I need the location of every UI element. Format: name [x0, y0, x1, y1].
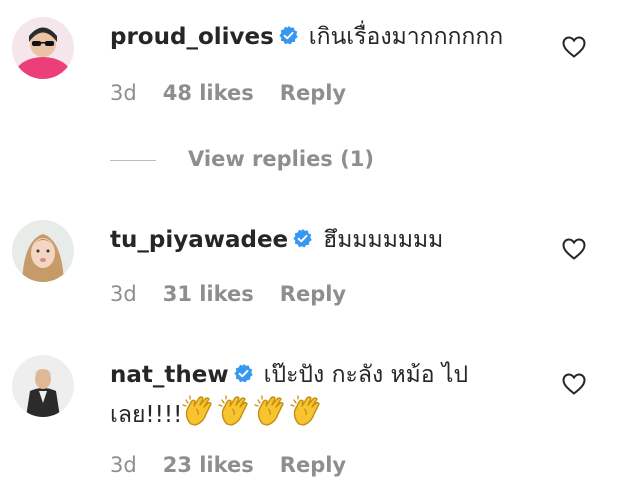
clapping-hands-icon: [218, 395, 249, 426]
comment-meta: 3d 48 likes Reply: [110, 81, 346, 105]
heart-icon[interactable]: [562, 36, 586, 58]
view-replies-label: View replies (1): [188, 147, 374, 171]
comment-line: เลย!!!!: [110, 394, 550, 432]
view-replies-button[interactable]: View replies (1): [110, 147, 374, 171]
likes-count[interactable]: 23 likes: [163, 453, 254, 477]
avatar[interactable]: [12, 17, 74, 79]
avatar-proud-olives: [12, 17, 74, 79]
likes-count[interactable]: 48 likes: [163, 81, 254, 105]
comment-text-continued: เลย!!!!: [110, 402, 183, 428]
reply-button[interactable]: Reply: [280, 453, 346, 477]
comment-time: 3d: [110, 282, 137, 306]
comment-item: tu_piyawadee ฮึมมมมมมม 3d 31 likes Reply: [0, 210, 620, 330]
comment-time: 3d: [110, 81, 137, 105]
clapping-hands-icon: [182, 395, 213, 426]
reply-button[interactable]: Reply: [280, 81, 346, 105]
avatar[interactable]: [12, 220, 74, 282]
clapping-hands-icon: [290, 395, 321, 426]
heart-icon[interactable]: [562, 238, 586, 260]
comment-time: 3d: [110, 453, 137, 477]
comment-line: nat_thew เป๊ะปัง กะลัง หม้อ ไป: [110, 358, 550, 392]
comment-body: proud_olives เกินเรื่องมากกกกกก: [110, 20, 550, 54]
username[interactable]: proud_olives: [110, 24, 274, 50]
verified-badge-icon: [279, 25, 298, 45]
comments-list: proud_olives เกินเรื่องมากกกกกก 3d 48 like…: [0, 0, 620, 496]
comment-body: tu_piyawadee ฮึมมมมมมม: [110, 223, 550, 257]
avatar-tu-piyawadee: [12, 220, 74, 282]
comment-item: nat_thew เป๊ะปัง กะลัง หม้อ ไป เลย!!!! 3d…: [0, 345, 620, 496]
comment-meta: 3d 31 likes Reply: [110, 282, 346, 306]
reply-button[interactable]: Reply: [280, 282, 346, 306]
comment-item: proud_olives เกินเรื่องมากกกกกก 3d 48 like…: [0, 0, 620, 190]
verified-badge-icon: [293, 228, 312, 248]
avatar-nat-thew: [12, 355, 74, 417]
avatar[interactable]: [12, 355, 74, 417]
comment-meta: 3d 23 likes Reply: [110, 453, 346, 477]
comment-body: nat_thew เป๊ะปัง กะลัง หม้อ ไป เลย!!!!: [110, 358, 550, 432]
username[interactable]: nat_thew: [110, 362, 229, 388]
likes-count[interactable]: 31 likes: [163, 282, 254, 306]
heart-icon[interactable]: [562, 373, 586, 395]
comment-text: ฮึมมมมมมม: [323, 227, 444, 253]
divider: [110, 159, 156, 161]
comment-text: เกินเรื่องมากกกกกก: [308, 24, 504, 50]
comment-text: เป๊ะปัง กะลัง หม้อ ไป: [263, 362, 469, 388]
clapping-hands-icon: [254, 395, 285, 426]
username[interactable]: tu_piyawadee: [110, 227, 288, 253]
emoji-row: [182, 395, 326, 428]
verified-badge-icon: [233, 363, 253, 383]
